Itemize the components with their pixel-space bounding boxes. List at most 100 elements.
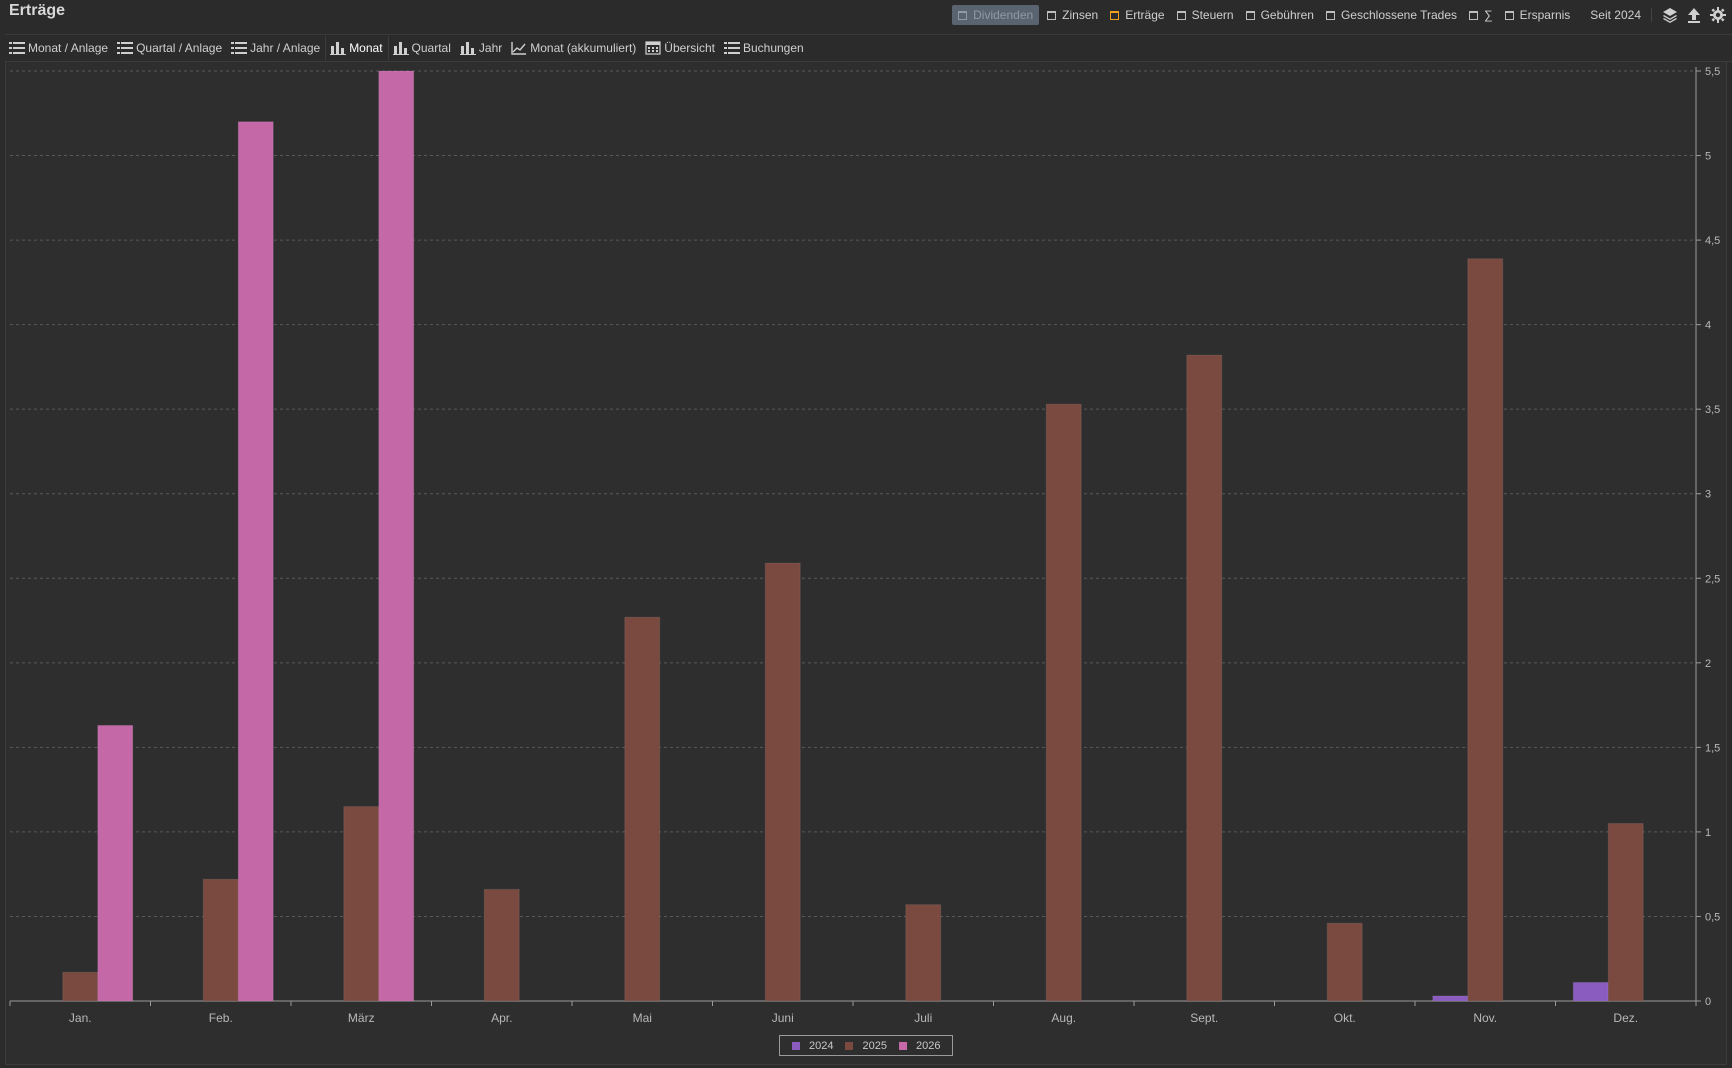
- bar-chart-icon: [392, 42, 409, 55]
- legend-swatch: [792, 1041, 800, 1050]
- y-tick-label: 5,5: [1705, 66, 1720, 78]
- list-icon: [9, 42, 25, 54]
- bar-2025: [624, 616, 661, 1002]
- bar-2024: [1432, 995, 1469, 1002]
- gear-icon[interactable]: [1708, 5, 1728, 25]
- legend-label: 2025: [862, 1039, 887, 1052]
- x-tick-label: Juli: [914, 1011, 932, 1025]
- monthly-income-bar-chart: 0 0,5 1 1,5 2 2,5 3 3,5 4 4,5 5 5,5 Jan. Feb. März Apr.…: [9, 66, 1720, 1025]
- tab-monat-akkumuliert[interactable]: Monat (akkumuliert): [507, 36, 641, 60]
- bar-2026: [97, 724, 134, 1002]
- tab-monat-anlage[interactable]: Monat / Anlage: [5, 36, 113, 60]
- tab-quartal-anlage[interactable]: Quartal / Anlage: [113, 36, 227, 60]
- period-selector[interactable]: Seit 2024: [1584, 5, 1647, 25]
- filter-label: Dividenden: [973, 8, 1034, 22]
- legend-item-2026[interactable]: 2026: [898, 1039, 941, 1052]
- checkbox-icon: [1245, 10, 1255, 20]
- x-tick-label: Juni: [772, 1011, 794, 1025]
- bar-chart-icon: [330, 42, 347, 55]
- bar-2025: [202, 878, 239, 1002]
- bar-2025: [1326, 922, 1363, 1002]
- y-tick-label: 2,5: [1705, 573, 1720, 585]
- top-bar: Erträge Dividenden Zinsen Erträge Steuer…: [0, 0, 1732, 29]
- filter-zinsen[interactable]: Zinsen: [1041, 5, 1104, 25]
- tab-uebersicht[interactable]: Übersicht: [641, 36, 720, 60]
- bar-2025: [1045, 403, 1082, 1002]
- checkbox-icon: [1176, 10, 1186, 20]
- x-tick-label: Jan.: [69, 1011, 92, 1025]
- filter-label: Ersparnis: [1519, 8, 1571, 22]
- filter-label: Zinsen: [1062, 8, 1099, 22]
- y-tick-label: 0: [1705, 996, 1711, 1008]
- list-icon: [117, 42, 134, 54]
- filter-label: Steuern: [1191, 8, 1234, 22]
- filter-ertraege[interactable]: Erträge: [1104, 5, 1170, 25]
- chart-legend: 2024 2025 2026: [779, 1035, 954, 1056]
- y-tick-label: 3: [1705, 489, 1711, 501]
- tab-label: Quartal / Anlage: [136, 41, 223, 55]
- y-tick-label: 0,5: [1705, 911, 1720, 923]
- legend-label: 2026: [915, 1039, 941, 1052]
- bar-2025: [62, 971, 99, 1002]
- tab-jahr[interactable]: Jahr: [456, 36, 507, 60]
- filter-ersparnis[interactable]: Ersparnis: [1499, 5, 1577, 25]
- legend-swatch: [845, 1041, 854, 1050]
- filter-label: ∑: [1484, 8, 1493, 22]
- y-tick-label: 4: [1705, 320, 1711, 332]
- filter-geschlossene-trades[interactable]: Geschlossene Trades: [1320, 5, 1463, 25]
- tab-label: Jahr / Anlage: [250, 41, 321, 55]
- y-tick-label: 1: [1705, 827, 1711, 839]
- filter-steuern[interactable]: Steuern: [1171, 5, 1240, 25]
- tab-buchungen[interactable]: Buchungen: [720, 36, 809, 60]
- filter-gebuehren[interactable]: Gebühren: [1240, 5, 1320, 25]
- export-upload-icon[interactable]: [1684, 5, 1704, 25]
- calendar-icon: [645, 41, 661, 55]
- filter-dividenden[interactable]: Dividenden: [952, 5, 1040, 25]
- x-tick-label: Sept.: [1190, 1011, 1218, 1025]
- x-tick-label: Okt.: [1334, 1011, 1356, 1025]
- period-label: Seit 2024: [1590, 8, 1641, 22]
- layers-icon[interactable]: [1660, 5, 1680, 25]
- view-tabs: Monat / Anlage Quartal / Anlage Jahr / A…: [5, 34, 1732, 62]
- y-tick-label: 5: [1705, 151, 1711, 163]
- legend-label: 2024: [809, 1039, 834, 1052]
- checkbox-icon: [958, 10, 968, 20]
- filter-label: Erträge: [1125, 8, 1165, 22]
- legend-item-2024[interactable]: 2024: [792, 1040, 833, 1052]
- bar-2026: [378, 70, 415, 1002]
- filter-label: Gebühren: [1260, 8, 1314, 22]
- x-tick-label: Feb.: [209, 1011, 233, 1025]
- page-title: Erträge: [9, 2, 66, 19]
- tab-label: Quartal: [411, 41, 451, 55]
- tab-label: Monat / Anlage: [28, 41, 109, 55]
- bar-2025: [764, 562, 801, 1002]
- filter-bar: Dividenden Zinsen Erträge Steuern Gebühr…: [952, 4, 1732, 26]
- bar-2025: [483, 888, 520, 1002]
- x-tick-label: Aug.: [1051, 1011, 1076, 1025]
- y-tick-label: 4,5: [1705, 235, 1720, 247]
- x-tick-label: Mai: [633, 1011, 652, 1025]
- bar-2025: [343, 806, 380, 1002]
- tab-label: Monat (akkumuliert): [530, 41, 637, 55]
- tab-monat[interactable]: Monat: [325, 36, 389, 60]
- tab-label: Übersicht: [664, 41, 715, 55]
- tab-quartal[interactable]: Quartal: [389, 36, 456, 60]
- legend-item-2025[interactable]: 2025: [845, 1039, 887, 1052]
- legend-swatch: [898, 1041, 907, 1050]
- list-icon: [723, 42, 740, 54]
- tab-jahr-anlage[interactable]: Jahr / Anlage: [227, 36, 325, 60]
- bar-chart-icon: [459, 42, 476, 55]
- tab-label: Jahr: [478, 41, 503, 55]
- bar-2025: [1607, 822, 1644, 1002]
- x-tick-label: Apr.: [491, 1011, 512, 1025]
- filter-sum[interactable]: ∑: [1463, 5, 1499, 25]
- bar-2025: [905, 904, 942, 1002]
- x-tick-label: März: [348, 1011, 375, 1025]
- x-tick-label: Nov.: [1473, 1011, 1497, 1025]
- y-tick-label: 1,5: [1705, 742, 1720, 754]
- line-chart-icon: [511, 42, 527, 55]
- chart-panel: 0 0,5 1 1,5 2 2,5 3 3,5 4 4,5 5 5,5 Jan. Feb. März Apr.…: [5, 61, 1727, 1065]
- list-icon: [231, 42, 248, 54]
- checkbox-icon: [1325, 10, 1335, 20]
- tab-label: Monat: [349, 41, 383, 55]
